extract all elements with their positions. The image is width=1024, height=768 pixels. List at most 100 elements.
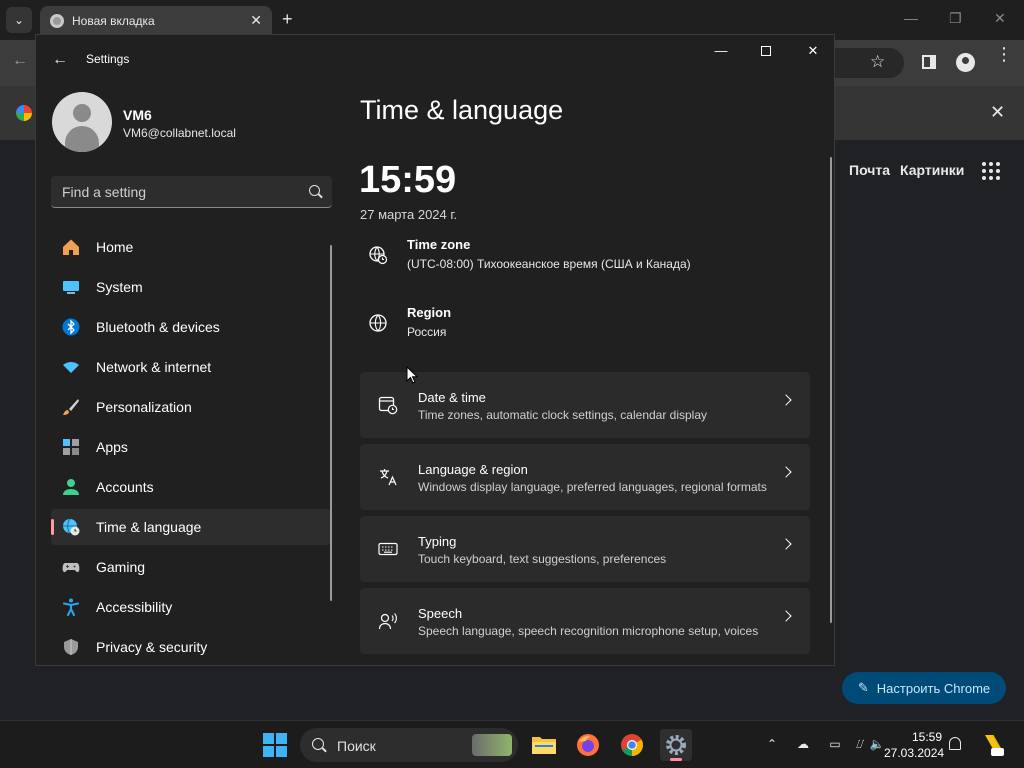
sidebar-item-network-internet[interactable]: Network & internet xyxy=(51,349,331,385)
keyboard-icon xyxy=(378,542,398,556)
speech-subtitle: Speech language, speech recognition micr… xyxy=(418,624,759,638)
time-zone-value: (UTC-08:00) Тихоокеанское время (США и К… xyxy=(407,257,691,271)
sidebar-item-accessibility[interactable]: Accessibility xyxy=(51,589,331,625)
sidebar-item-label: Apps xyxy=(96,439,128,455)
search-icon[interactable] xyxy=(309,185,320,196)
network-icon[interactable]: ⌰ xyxy=(852,736,868,752)
search-highlight-icon xyxy=(472,734,512,756)
gamepad-icon xyxy=(62,558,80,576)
timezone-icon xyxy=(369,246,388,265)
system-icon xyxy=(62,278,80,296)
customize-chrome-label: Настроить Chrome xyxy=(876,680,991,696)
sidebar-item-time-language[interactable]: Time & language xyxy=(51,509,331,545)
region-info: Region Россия xyxy=(360,303,810,359)
tab-close-icon[interactable]: ✕ xyxy=(250,12,262,29)
file-explorer-button[interactable] xyxy=(528,729,560,761)
chrome-minimize-icon[interactable]: — xyxy=(904,10,918,26)
search-icon xyxy=(312,738,324,750)
language-region-title: Language & region xyxy=(418,462,528,477)
speech-card[interactable]: Speech Speech language, speech recogniti… xyxy=(360,588,810,654)
user-name: VM6 xyxy=(123,107,152,123)
date-time-card[interactable]: Date & time Time zones, automatic clock … xyxy=(360,372,810,438)
mouse-cursor-icon xyxy=(406,366,418,384)
customize-chrome-button[interactable]: ✎ Настроить Chrome xyxy=(842,672,1006,704)
profile-icon[interactable] xyxy=(956,53,975,72)
show-hidden-icons-icon[interactable]: ⌃ xyxy=(764,736,780,752)
content-scrollbar[interactable] xyxy=(830,157,832,623)
sidebar-item-privacy-security[interactable]: Privacy & security xyxy=(51,629,331,665)
firefox-button[interactable] xyxy=(572,729,604,761)
minimize-button[interactable]: — xyxy=(706,43,736,63)
settings-taskbar-button[interactable] xyxy=(660,729,692,761)
tab-search-button[interactable]: ⌄ xyxy=(6,7,32,33)
taskbar-search-label: Поиск xyxy=(337,738,376,754)
notification-bell-icon[interactable] xyxy=(949,737,961,750)
maximize-button[interactable] xyxy=(761,46,771,56)
chrome-restore-icon[interactable]: ❐ xyxy=(949,10,962,27)
home-icon xyxy=(62,238,80,256)
start-button[interactable] xyxy=(259,729,291,761)
language-region-card[interactable]: Language & region Windows display langua… xyxy=(360,444,810,510)
back-arrow-icon[interactable]: ← xyxy=(52,51,68,69)
windows-logo-icon xyxy=(263,733,287,757)
search-box[interactable] xyxy=(51,176,332,208)
google-icon xyxy=(16,105,32,121)
speech-icon xyxy=(378,613,397,630)
globe-clock-icon xyxy=(62,518,80,536)
user-email: VM6@collabnet.local xyxy=(123,126,236,140)
chevron-right-icon xyxy=(780,394,792,406)
apps-icon xyxy=(62,438,80,456)
sidebar-item-label: Time & language xyxy=(96,519,202,535)
infobar-close-icon[interactable]: ✕ xyxy=(990,102,1005,123)
chrome-button[interactable] xyxy=(616,729,648,761)
accessibility-icon xyxy=(62,598,80,616)
sidebar-item-home[interactable]: Home xyxy=(51,229,331,265)
folder-icon xyxy=(532,737,556,754)
typing-card[interactable]: Typing Touch keyboard, text suggestions,… xyxy=(360,516,810,582)
sidebar-item-label: Gaming xyxy=(96,559,146,575)
shield-icon xyxy=(62,638,80,656)
time-zone-title: Time zone xyxy=(407,237,471,252)
sidebar-item-label: Privacy & security xyxy=(96,639,208,655)
avatar[interactable] xyxy=(52,92,112,152)
address-bar[interactable] xyxy=(830,48,904,78)
chrome-back-icon[interactable]: ← xyxy=(12,52,28,70)
sidebar-item-apps[interactable]: Apps xyxy=(51,429,331,465)
sidebar-item-label: Accounts xyxy=(96,479,154,495)
region-title: Region xyxy=(407,305,452,320)
taskbar: Поиск ⌃ ☁ ▭ ⌰ 🔈 15:59 27.03.2024 xyxy=(0,720,1024,768)
sidebar-item-accounts[interactable]: Accounts xyxy=(51,469,331,505)
sidebar-item-system[interactable]: System xyxy=(51,269,331,305)
page-title: Time & language xyxy=(360,95,564,125)
sidebar-item-bluetooth-devices[interactable]: Bluetooth & devices xyxy=(51,309,331,345)
chrome-icon xyxy=(621,734,643,756)
side-panel-icon[interactable] xyxy=(922,55,936,69)
google-apps-icon[interactable] xyxy=(982,162,1000,180)
sidebar-item-label: Bluetooth & devices xyxy=(96,319,220,335)
close-button[interactable]: ✕ xyxy=(798,43,828,63)
volume-icon[interactable]: 🔈 xyxy=(869,736,885,752)
copilot-preview-icon[interactable] xyxy=(982,731,1004,757)
chrome-menu-icon[interactable]: ⋮ xyxy=(995,45,1013,63)
current-date: 27 марта 2024 г. xyxy=(360,207,458,222)
chrome-close-icon[interactable]: ✕ xyxy=(994,10,1006,27)
display-icon[interactable]: ▭ xyxy=(827,736,843,752)
sidebar-item-gaming[interactable]: Gaming xyxy=(51,549,331,585)
taskbar-search[interactable]: Поиск xyxy=(300,728,518,762)
taskbar-clock-time[interactable]: 15:59 xyxy=(912,730,942,744)
bookmark-star-icon[interactable]: ☆ xyxy=(870,52,885,72)
gmail-link[interactable]: Почта xyxy=(849,162,890,178)
person-icon xyxy=(62,478,80,496)
sidebar-nav: Home System Bluetooth & devices Network & i… xyxy=(51,229,331,665)
onedrive-icon[interactable]: ☁ xyxy=(795,736,811,752)
speech-title: Speech xyxy=(418,606,463,621)
time-zone-info: Time zone (UTC-08:00) Тихоокеанское врем… xyxy=(360,235,810,291)
sidebar-scrollbar[interactable] xyxy=(330,245,332,601)
search-input[interactable] xyxy=(51,176,301,207)
current-time: 15:59 xyxy=(359,159,457,201)
new-tab-button[interactable]: + xyxy=(282,9,293,29)
images-link[interactable]: Картинки xyxy=(900,162,964,178)
taskbar-clock-date[interactable]: 27.03.2024 xyxy=(884,746,944,760)
date-time-title: Date & time xyxy=(418,390,486,405)
sidebar-item-personalization[interactable]: Personalization xyxy=(51,389,331,425)
